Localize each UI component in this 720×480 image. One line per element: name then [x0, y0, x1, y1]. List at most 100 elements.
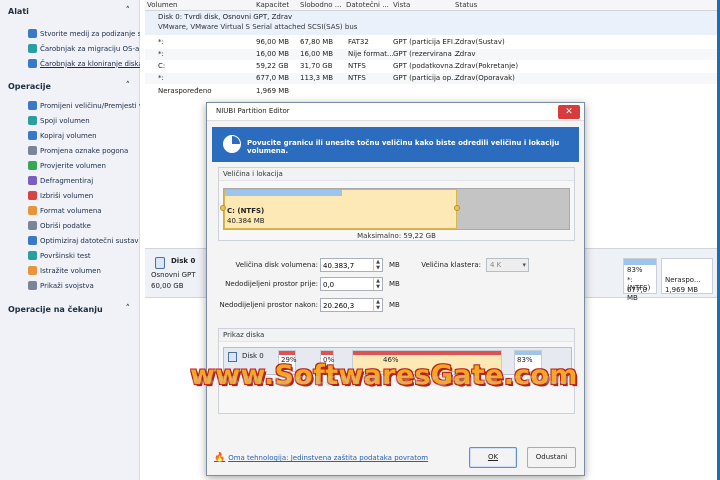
cell: 59,22 GB — [256, 62, 289, 70]
surface-test-icon — [28, 251, 37, 260]
unallocated-block[interactable]: Neraspo... 1,969 MB — [661, 258, 713, 294]
spin-arrows-icon[interactable]: ▲ ▼ — [373, 259, 382, 271]
cell: Zdrav(Oporavak) — [455, 74, 515, 82]
recovery-partition-block[interactable]: 83% *: (NTFS) 677,0 MB — [623, 258, 657, 302]
pie-chart-icon — [223, 135, 241, 153]
volume-table: Volumen Kapacitet Slobodno ... Datotečni… — [145, 0, 720, 104]
sidebar-item-format[interactable]: Format volumena — [0, 203, 140, 218]
delete-icon — [28, 191, 37, 200]
table-row[interactable]: *: 96,00 MB 67,80 MB FAT32 GPT (particij… — [145, 37, 720, 48]
cell: 16,00 MB — [256, 50, 290, 58]
cell: NTFS — [348, 74, 366, 82]
dialog-title: NIUBI Partition Editor — [216, 107, 290, 115]
partition-block[interactable]: C: (NTFS) 40.384 MB — [224, 189, 457, 229]
operations-list: Promijeni veličinu/Premjesti v... Spoji … — [0, 98, 140, 293]
defrag-icon — [28, 176, 37, 185]
before-stepper[interactable]: ▲▼ — [320, 277, 383, 291]
dialog-titlebar[interactable]: NIUBI Partition Editor ✕ — [207, 103, 584, 121]
chevron-up-icon[interactable]: ˄ — [126, 81, 131, 91]
sidebar-item-properties[interactable]: Prikaži svojstva — [0, 278, 140, 293]
sidebar-item-explore[interactable]: Istražite volumen — [0, 263, 140, 278]
migrate-icon — [28, 44, 37, 53]
column-header[interactable]: Volumen — [147, 1, 177, 9]
unallocated-size: 1,969 MB — [665, 286, 699, 294]
cell: *: — [158, 74, 164, 82]
cluster-size-select[interactable]: 4 K ▾ — [486, 258, 529, 272]
partition-size: 40.384 MB — [227, 217, 265, 225]
section-title: Operacije na čekanju — [8, 304, 103, 314]
section-header-pending[interactable]: Operacije na čekanju ˄ — [0, 300, 140, 318]
cell: 16,00 MB — [300, 50, 334, 58]
cell: GPT (podatkovna... — [393, 62, 460, 70]
table-row[interactable]: C: 59,22 GB 31,70 GB NTFS GPT (podatkovn… — [145, 61, 720, 72]
right-resize-handle[interactable] — [454, 205, 460, 211]
format-icon — [28, 206, 37, 215]
sidebar-item-check[interactable]: Provjerite volumen — [0, 158, 140, 173]
usage-bar — [321, 351, 333, 355]
column-header[interactable]: Datotečni ... — [346, 1, 389, 9]
media-icon — [28, 29, 37, 38]
unit-label: MB — [389, 261, 400, 269]
unit-label: MB — [389, 301, 400, 309]
sidebar-item-merge[interactable]: Spoji volumen — [0, 113, 140, 128]
after-stepper[interactable]: ▲▼ — [320, 298, 383, 312]
after-input[interactable] — [323, 300, 371, 311]
close-icon: ✕ — [565, 107, 573, 117]
cell: 1,969 MB — [256, 87, 290, 95]
close-button[interactable]: ✕ — [558, 105, 580, 119]
sidebar-item-copy[interactable]: Kopiraj volumen — [0, 128, 140, 143]
sidebar-item-resize[interactable]: Promijeni veličinu/Premjesti v... — [0, 98, 140, 113]
cell: *: — [158, 38, 164, 46]
section-title: Alati — [8, 6, 29, 16]
section-header-operacije[interactable]: Operacije ˄ — [0, 77, 140, 95]
tools-list: Stvorite medij za podizanje s... Čarobnj… — [0, 26, 140, 71]
table-row[interactable]: Neraspoređeno 1,969 MB — [145, 86, 720, 97]
sidebar-item-defrag[interactable]: Defragmentiraj — [0, 173, 140, 188]
table-row[interactable]: *: 677,0 MB 113,3 MB NTFS GPT (particija… — [145, 73, 720, 84]
sidebar-item-delete[interactable]: Izbriši volumen — [0, 188, 140, 203]
sidebar-item-wipe[interactable]: Obriši podatke — [0, 218, 140, 233]
sidebar-item-boot-media[interactable]: Stvorite medij za podizanje s... — [0, 26, 140, 41]
size-location-group: Veličina i lokacija C: (NTFS) 40.384 MB … — [218, 167, 575, 241]
column-header[interactable]: Slobodno ... — [300, 1, 341, 9]
hard-disk-icon — [155, 257, 165, 269]
disk-map-size: 60,00 GB — [151, 282, 184, 290]
cancel-button[interactable]: Odustani — [527, 447, 576, 468]
info-banner: Povucite granicu ili unesite točnu velič… — [212, 127, 579, 162]
sidebar-item-change-label[interactable]: Promjena oznake pogona — [0, 143, 140, 158]
spin-arrows-icon[interactable]: ▲ ▼ — [373, 278, 382, 290]
left-resize-handle[interactable] — [220, 205, 226, 211]
chevron-up-icon[interactable]: ˄ — [126, 6, 131, 16]
cell: GPT (particija EFI... — [393, 38, 460, 46]
sidebar-item-optimize[interactable]: Optimiziraj datotečni sustav — [0, 233, 140, 248]
explore-icon — [28, 266, 37, 275]
label-icon — [28, 146, 37, 155]
column-header[interactable]: Kapacitet — [256, 1, 289, 9]
column-header[interactable]: Vista — [393, 1, 410, 9]
volume-size-input[interactable] — [323, 260, 371, 271]
link-text: Oma tehnologija: Jedinstvena zaštita pod… — [228, 454, 429, 462]
ok-button[interactable]: OK — [469, 447, 517, 468]
table-row[interactable]: *: 16,00 MB 16,00 MB Nije format... GPT … — [145, 49, 720, 60]
sidebar-item-disk-clone[interactable]: Čarobnjak za kloniranje diska — [0, 56, 140, 71]
before-row: Nedodijeljeni prostor prije: — [218, 277, 318, 292]
cell: FAT32 — [348, 38, 369, 46]
check-icon — [28, 161, 37, 170]
section-header-alati[interactable]: Alati ˄ — [0, 2, 140, 20]
sidebar-item-surface-test[interactable]: Površinski test — [0, 248, 140, 263]
watermark-reflection: www.SoftwaresGate.com — [190, 372, 572, 389]
volume-size-stepper[interactable]: ▲▼ — [320, 258, 383, 272]
used-space-bar — [225, 190, 342, 196]
sidebar-item-os-migration[interactable]: Čarobnjak za migraciju OS-a — [0, 41, 140, 56]
cell: GPT (particija op... — [393, 74, 458, 82]
spin-arrows-icon[interactable]: ▲ ▼ — [373, 299, 382, 311]
chevron-up-icon[interactable]: ˄ — [126, 304, 131, 314]
cell: GPT (rezervirana ... — [393, 50, 461, 58]
partition-visual[interactable]: C: (NTFS) 40.384 MB — [220, 188, 570, 230]
disk-row[interactable]: Disk 0: Tvrdi disk, Osnovni GPT, Zdrav V… — [145, 11, 720, 35]
sidebar: Alati ˄ Stvorite medij za podizanje s...… — [0, 0, 140, 480]
before-input[interactable] — [323, 279, 371, 290]
oma-technology-link[interactable]: 🔥 Oma tehnologija: Jedinstvena zaštita po… — [214, 453, 428, 463]
column-header[interactable]: Status — [455, 1, 477, 9]
merge-icon — [28, 116, 37, 125]
